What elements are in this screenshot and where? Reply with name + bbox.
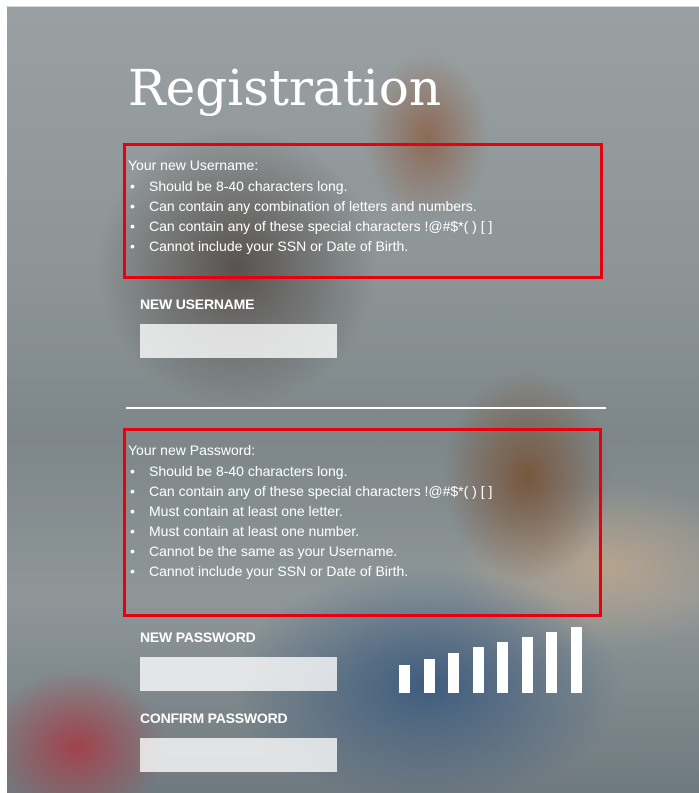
username-requirements-box: Your new Username: Should be 8-40 charac… (123, 143, 603, 279)
registration-panel: Registration Your new Username: Should b… (5, 6, 699, 793)
new-password-label: NEW PASSWORD (140, 629, 256, 645)
strength-bar (497, 642, 508, 693)
username-requirement-item: Should be 8-40 characters long. (130, 176, 492, 196)
new-username-label: NEW USERNAME (140, 296, 255, 312)
username-requirement-item: Can contain any of these special charact… (130, 216, 492, 236)
strength-bar (399, 665, 410, 693)
password-requirements-box: Your new Password: Should be 8-40 charac… (123, 428, 602, 617)
password-strength-meter (395, 627, 595, 693)
strength-bar (522, 637, 533, 693)
password-requirements-heading: Your new Password: (128, 442, 256, 458)
password-requirement-item: Cannot include your SSN or Date of Birth… (130, 561, 492, 581)
username-requirements-heading: Your new Username: (128, 157, 259, 173)
username-requirements-list: Should be 8-40 characters long. Can cont… (130, 176, 492, 256)
strength-bar (571, 627, 582, 693)
password-requirement-item: Must contain at least one number. (130, 521, 492, 541)
password-requirement-item: Cannot be the same as your Username. (130, 541, 492, 561)
strength-bar (448, 653, 459, 693)
password-requirements-list: Should be 8-40 characters long. Can cont… (130, 461, 492, 581)
confirm-password-label: CONFIRM PASSWORD (140, 710, 288, 726)
strength-bar (473, 647, 484, 693)
username-requirement-item: Cannot include your SSN or Date of Birth… (130, 236, 492, 256)
strength-bar (424, 659, 435, 693)
new-password-input[interactable] (140, 657, 337, 691)
new-username-input[interactable] (140, 324, 337, 358)
page-title: Registration (128, 59, 442, 117)
password-requirement-item: Must contain at least one letter. (130, 501, 492, 521)
section-divider (126, 407, 606, 409)
password-requirement-item: Can contain any of these special charact… (130, 481, 492, 501)
confirm-password-input[interactable] (140, 738, 337, 772)
password-requirement-item: Should be 8-40 characters long. (130, 461, 492, 481)
strength-bar (546, 632, 557, 693)
username-requirement-item: Can contain any combination of letters a… (130, 196, 492, 216)
